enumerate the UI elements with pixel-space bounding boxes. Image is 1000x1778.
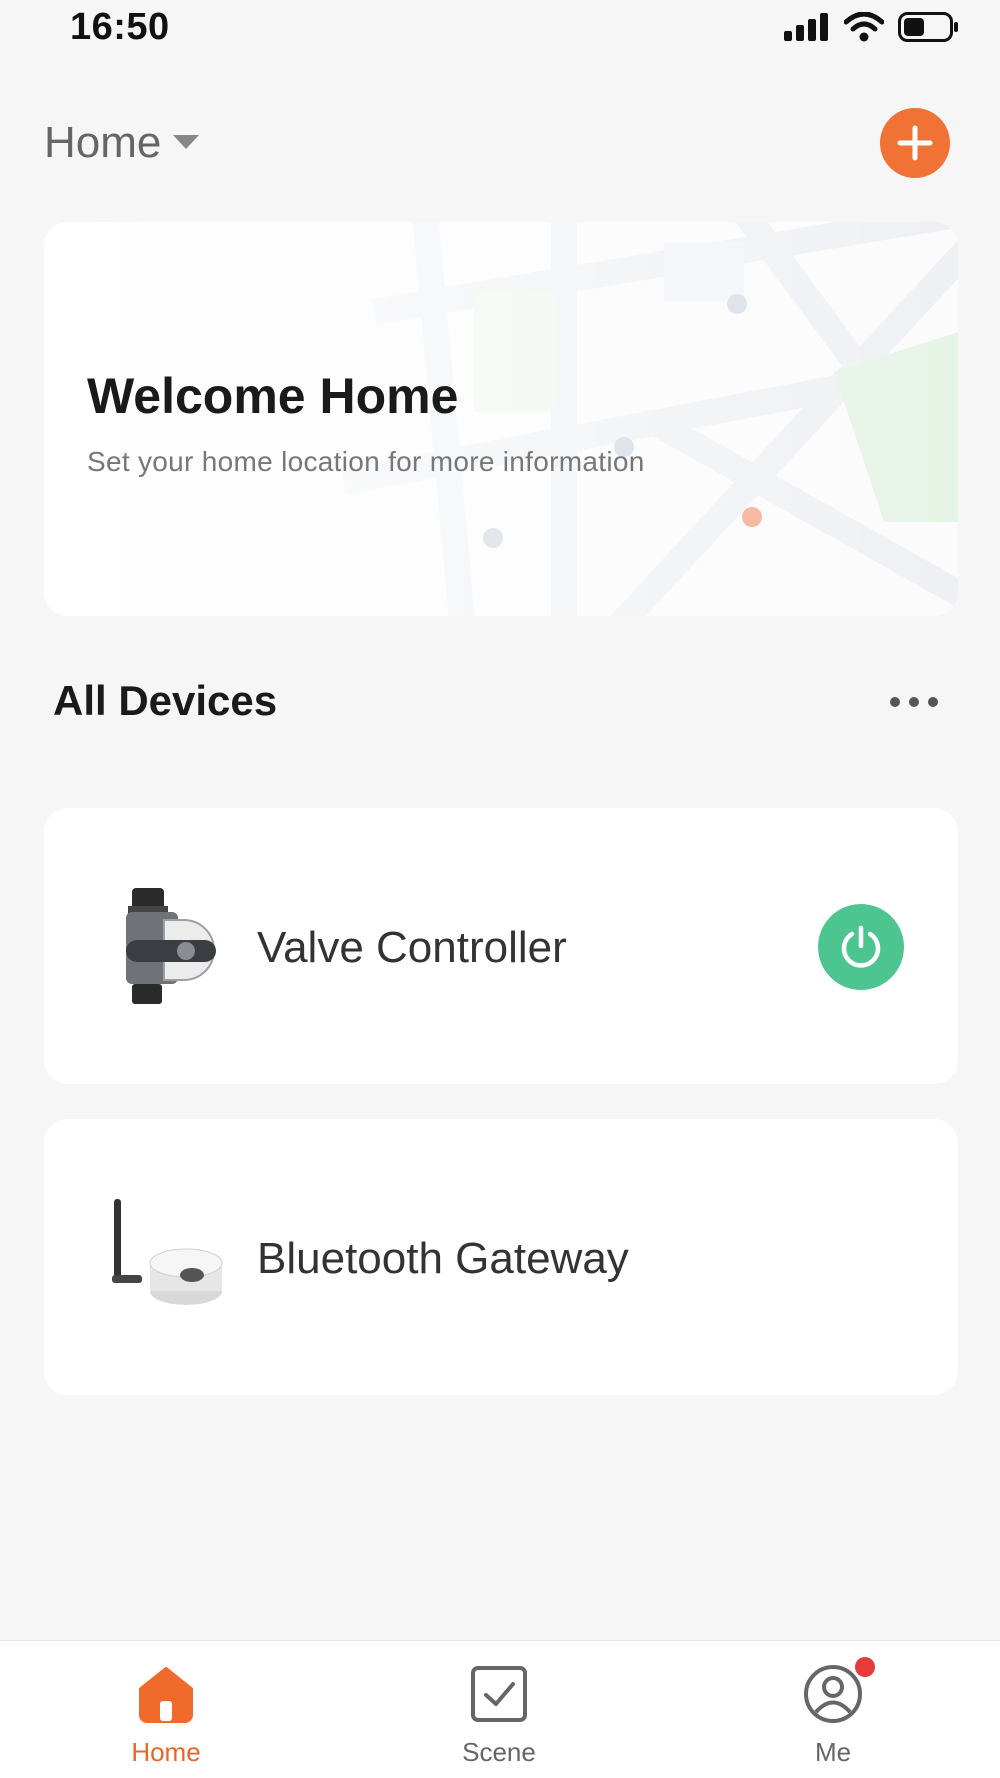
- home-selector[interactable]: Home: [44, 118, 200, 168]
- plus-icon: [897, 125, 933, 161]
- nav-scene[interactable]: Scene: [419, 1641, 579, 1778]
- profile-icon: [804, 1665, 862, 1723]
- power-icon: [841, 925, 881, 968]
- status-bar: 16:50: [0, 0, 1000, 60]
- caret-down-icon: [173, 135, 200, 149]
- welcome-subtitle: Set your home location for more informat…: [87, 446, 645, 477]
- home-screen: 16:50 Home Welcome Home Set your home lo…: [0, 0, 1000, 1778]
- nav-label: Home: [131, 1737, 201, 1767]
- device-name: Bluetooth Gateway: [257, 1234, 629, 1283]
- more-horizontal-icon: [890, 697, 938, 707]
- more-options-button[interactable]: [884, 690, 944, 714]
- device-card-bluetooth-gateway[interactable]: Bluetooth Gateway: [44, 1119, 958, 1395]
- status-icons: [784, 12, 960, 42]
- home-icon: [139, 1667, 193, 1723]
- notification-badge: [855, 1657, 875, 1677]
- nav-label: Me: [814, 1737, 852, 1767]
- status-time: 16:50: [70, 6, 170, 48]
- bottom-nav: Home Scene Me: [0, 1640, 1000, 1778]
- add-button[interactable]: [880, 108, 950, 178]
- welcome-card[interactable]: Welcome Home Set your home location for …: [44, 222, 958, 616]
- welcome-title: Welcome Home: [87, 368, 459, 424]
- wifi-icon: [844, 12, 884, 42]
- power-toggle-button[interactable]: [818, 904, 904, 990]
- cellular-signal-icon: [784, 13, 828, 41]
- valve-controller-image: [126, 888, 216, 1004]
- home-selector-label: Home: [44, 118, 162, 167]
- nav-me[interactable]: Me: [753, 1641, 913, 1778]
- scene-checkbox-icon: [471, 1666, 527, 1722]
- all-devices-title: All Devices: [53, 677, 278, 724]
- battery-icon: [898, 12, 958, 42]
- device-card-valve-controller[interactable]: Valve Controller: [44, 808, 958, 1084]
- nav-home[interactable]: Home: [86, 1641, 246, 1778]
- device-name: Valve Controller: [257, 923, 567, 972]
- bluetooth-gateway-image: [112, 1199, 223, 1305]
- nav-label: Scene: [462, 1737, 536, 1767]
